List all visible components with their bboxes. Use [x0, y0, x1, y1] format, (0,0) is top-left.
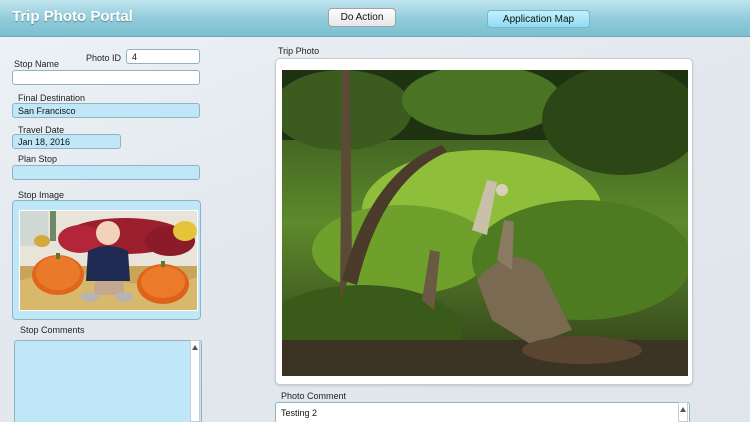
app-title: Trip Photo Portal [12, 8, 133, 25]
scroll-up-arrow-icon[interactable] [192, 345, 198, 350]
photo-comment-field[interactable]: Testing 2 [275, 402, 690, 422]
trip-photo-frame[interactable] [275, 58, 693, 385]
stop-comments-scrollbar[interactable] [190, 340, 200, 422]
stop-name-label: Stop Name [14, 59, 60, 69]
application-map-button[interactable]: Application Map [487, 10, 590, 28]
stop-image-container[interactable] [12, 200, 201, 320]
scroll-up-arrow-icon[interactable] [680, 407, 686, 412]
stop-comments-field[interactable] [14, 340, 202, 422]
do-action-button[interactable]: Do Action [328, 8, 396, 27]
stop-image [19, 210, 198, 311]
plan-stop-label: Plan Stop [18, 154, 58, 164]
travel-date-field[interactable]: Jan 18, 2016 [12, 134, 121, 149]
photo-id-field[interactable]: 4 [126, 49, 200, 64]
stop-comments-label: Stop Comments [20, 325, 85, 335]
stop-image-label: Stop Image [18, 190, 65, 200]
plan-stop-field[interactable] [12, 165, 200, 180]
final-destination-label: Final Destination [18, 93, 86, 103]
photo-comment-label: Photo Comment [281, 391, 347, 401]
final-destination-field[interactable]: San Francisco [12, 103, 200, 118]
photo-comment-scrollbar[interactable] [678, 402, 688, 422]
trip-photo-label: Trip Photo [278, 46, 320, 56]
photo-id-label: Photo ID [86, 53, 122, 63]
app-header: Trip Photo Portal Do Action Application … [0, 0, 750, 37]
trip-photo-image [282, 70, 688, 376]
stop-name-field[interactable] [12, 70, 200, 85]
